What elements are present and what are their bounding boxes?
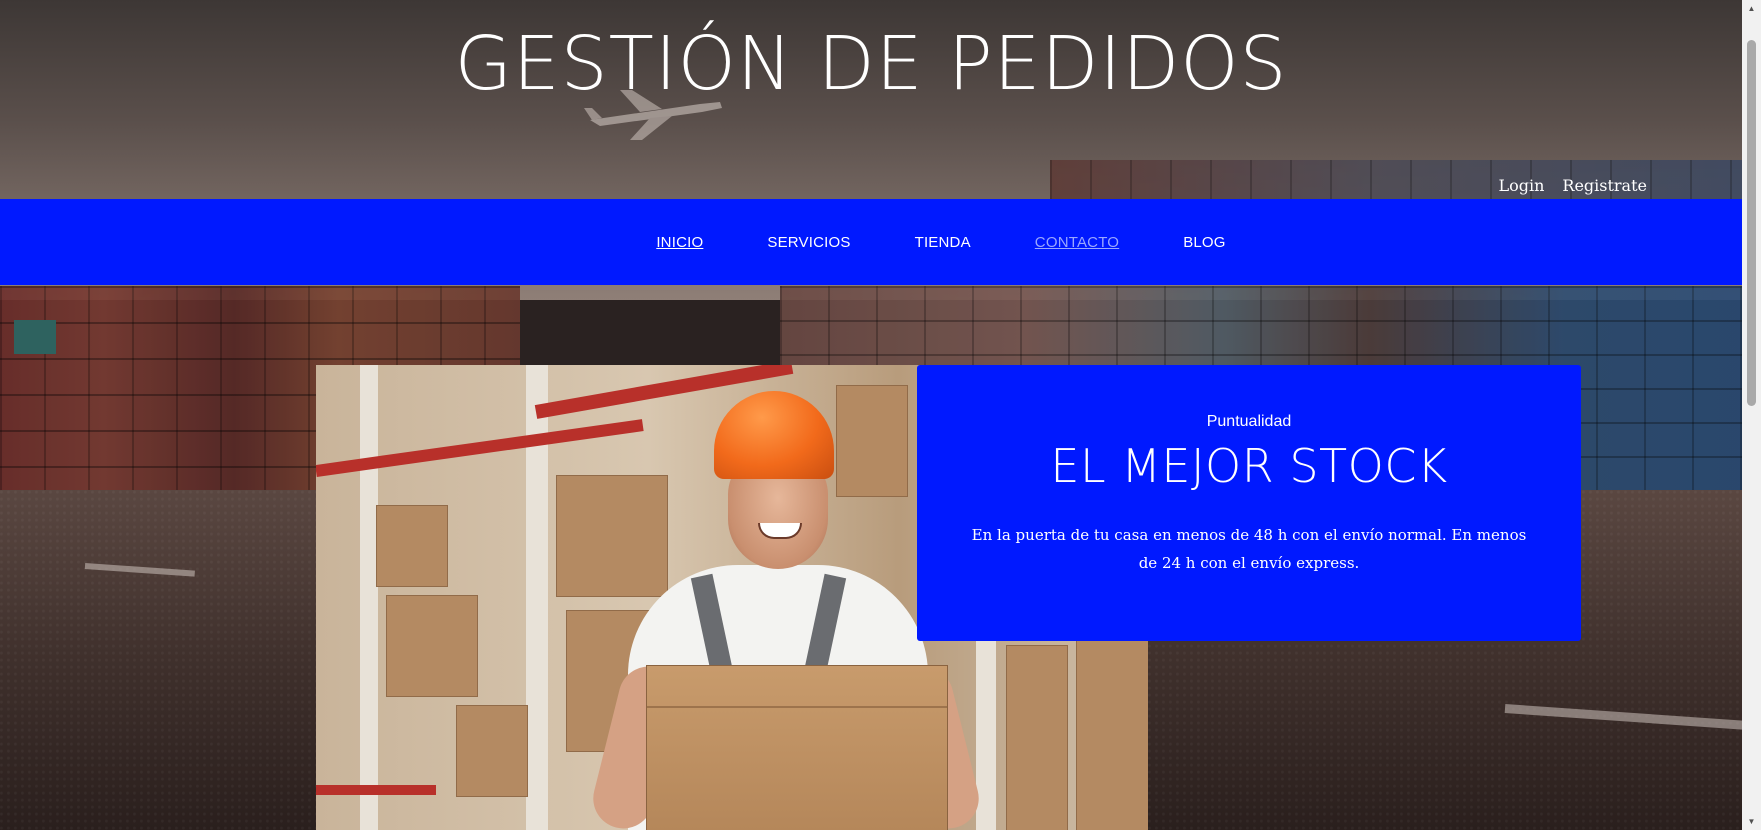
warehouse-box [386, 595, 478, 697]
site-title: GESTIÓN DE PEDIDOS [454, 21, 1288, 107]
hard-hat-icon [714, 391, 834, 479]
main-navbar: INICIO SERVICIOS TIENDA CONTACTO BLOG [0, 199, 1742, 285]
login-link[interactable]: Login [1498, 176, 1544, 195]
hero-kicker: Puntualidad [1206, 413, 1292, 430]
register-link[interactable]: Registrate [1562, 176, 1647, 195]
vertical-scrollbar[interactable]: ▲ ▼ [1742, 0, 1761, 830]
shelf-beam [316, 785, 436, 795]
nav-item-servicios[interactable]: SERVICIOS [735, 234, 882, 251]
nav-items: INICIO SERVICIOS TIENDA CONTACTO BLOG [0, 199, 1742, 285]
scroll-down-icon[interactable]: ▼ [1742, 813, 1761, 830]
warehouse-box [836, 385, 908, 497]
warehouse-box [556, 475, 668, 597]
hero-heading: EL MEJOR STOCK [1050, 439, 1448, 493]
warehouse-box [376, 505, 448, 587]
nav-item-tienda[interactable]: TIENDA [883, 234, 1003, 251]
nav-item-blog[interactable]: BLOG [1151, 234, 1257, 251]
auth-links: Login Registrate [1498, 176, 1647, 195]
shipping-containers-top [1050, 160, 1761, 200]
shelf-upright [976, 635, 996, 830]
warehouse-box [1076, 635, 1148, 830]
warehouse-box [1006, 645, 1068, 830]
shelf-upright [360, 365, 378, 830]
scroll-thumb[interactable] [1747, 40, 1756, 406]
cardboard-box [646, 665, 948, 830]
nav-item-inicio[interactable]: INICIO [624, 234, 735, 251]
scroll-up-icon[interactable]: ▲ [1742, 0, 1761, 17]
nav-item-contacto[interactable]: CONTACTO [1003, 234, 1151, 251]
warehouse-box [456, 705, 528, 797]
hero-card: Puntualidad EL MEJOR STOCK En la puerta … [917, 365, 1581, 641]
hero-body: En la puerta de tu casa en menos de 48 h… [971, 526, 1527, 572]
